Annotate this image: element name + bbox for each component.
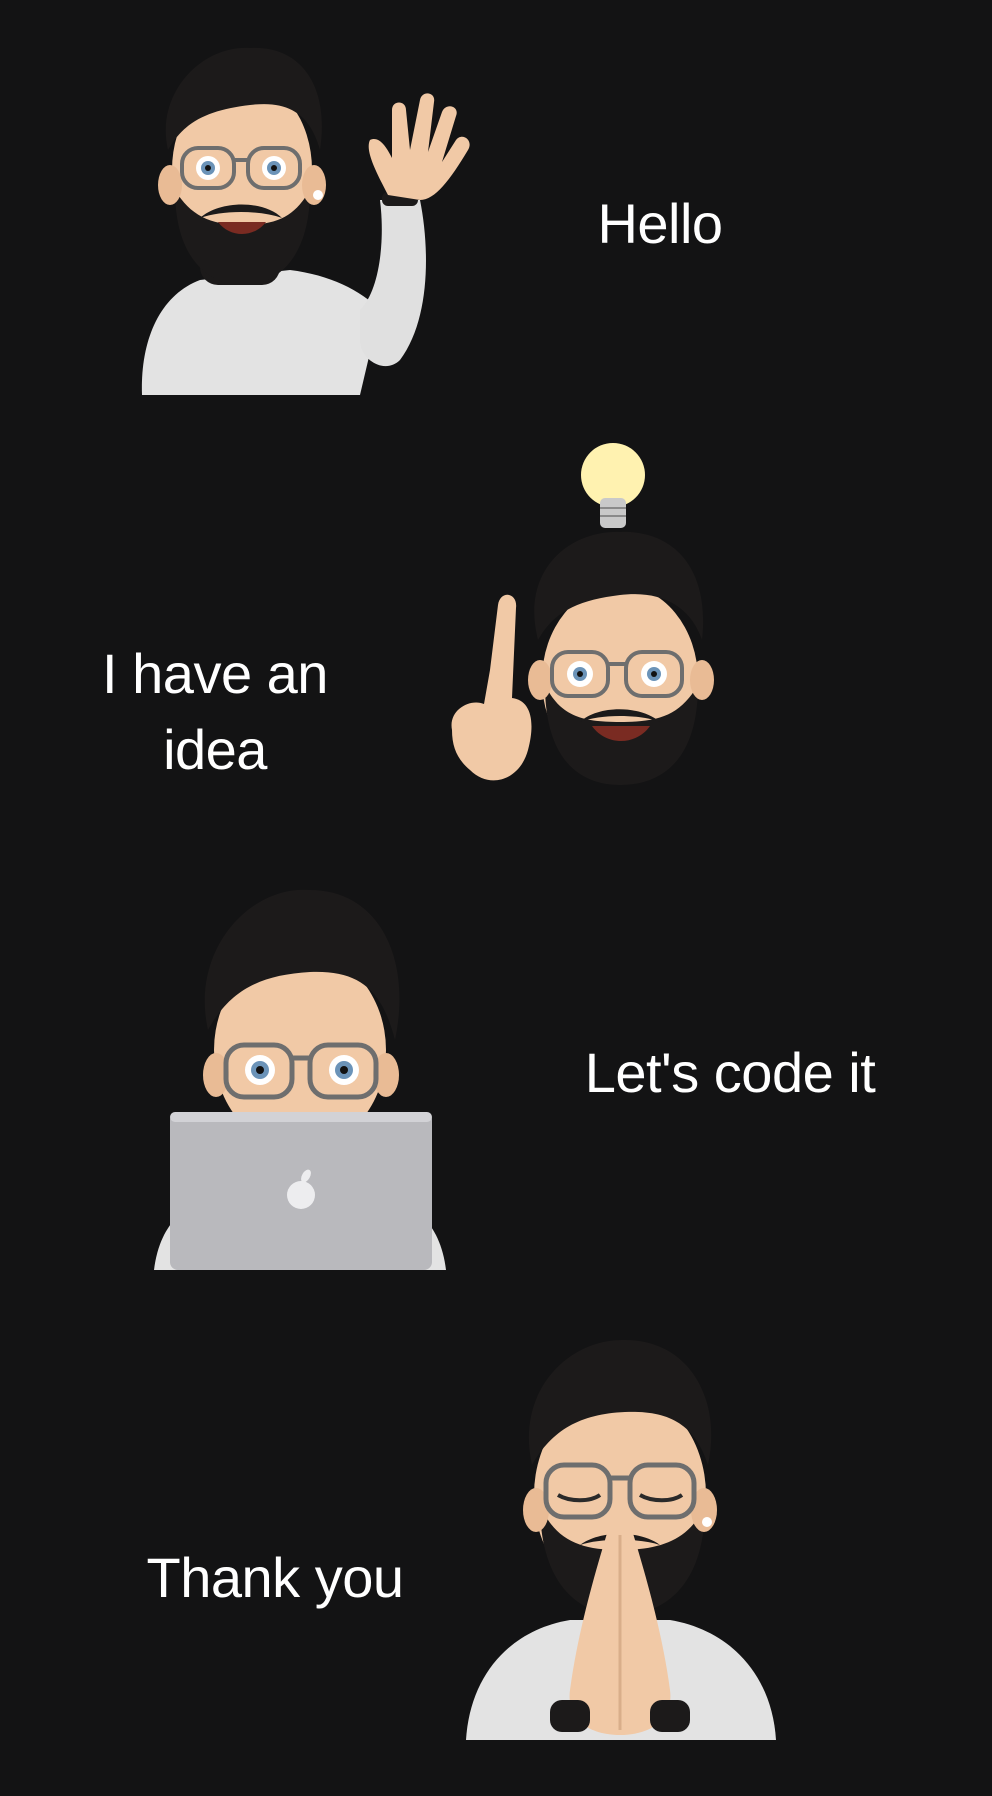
idea-memoji	[440, 430, 740, 800]
caption-hello: Hello	[597, 192, 723, 255]
praying-memoji	[460, 1330, 780, 1740]
laptop-memoji	[150, 880, 450, 1270]
caption-thank-you: Thank you	[146, 1546, 405, 1609]
caption-code: Let's code it	[584, 1041, 876, 1104]
caption-idea: I have an idea	[102, 642, 328, 781]
waving-memoji	[130, 40, 470, 395]
lightbulb-icon	[581, 443, 645, 528]
